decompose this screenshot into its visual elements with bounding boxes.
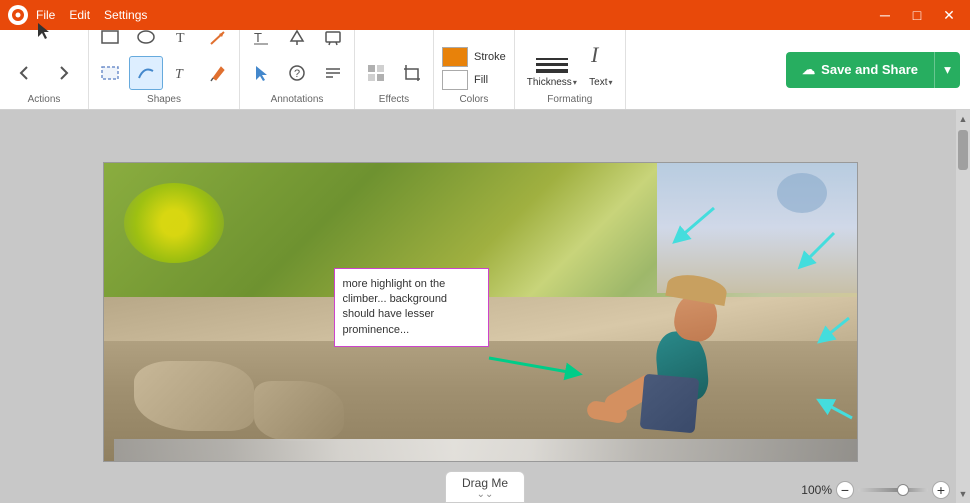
select-tool-button[interactable]: [27, 14, 61, 48]
formatting-label: Formating: [547, 94, 592, 105]
zoom-out-button[interactable]: −: [836, 481, 854, 499]
annotation-tool-6[interactable]: [316, 56, 350, 90]
image-container[interactable]: more highlight on the climber... backgro…: [103, 162, 858, 462]
formatting-section: Thickness ▾ I Text ▾ Formating: [515, 30, 626, 109]
back-button[interactable]: [8, 56, 42, 90]
app-icon: [8, 5, 28, 25]
arrow-tool[interactable]: [201, 20, 235, 54]
fill-label: Fill: [474, 74, 488, 86]
menu-edit[interactable]: Edit: [69, 8, 90, 22]
zoom-handle[interactable]: [897, 484, 909, 496]
zoom-in-button[interactable]: +: [932, 481, 950, 499]
text-box-tool[interactable]: T: [165, 56, 199, 90]
comment-text: more highlight on the climber... backgro…: [343, 278, 448, 336]
effects-grid: [359, 48, 429, 90]
thickness-label: Thickness: [527, 77, 572, 88]
thumbnail-strip: [114, 439, 858, 461]
annotations-label: Annotations: [271, 94, 324, 105]
actions-section: Actions: [0, 30, 89, 109]
ellipse-tool[interactable]: [129, 20, 163, 54]
drag-chevrons-icon: ⌄⌄: [477, 490, 494, 500]
save-share-label: Save and Share: [821, 62, 918, 77]
image-sky: [657, 163, 857, 293]
select-rect-tool[interactable]: [93, 56, 127, 90]
titlebar-controls: ─ □ ✕: [872, 5, 962, 25]
annotation-tool-5[interactable]: ?: [280, 56, 314, 90]
save-share-button[interactable]: ☁ Save and Share: [786, 52, 934, 88]
annotation-tool-2[interactable]: [280, 20, 314, 54]
scroll-up-arrow[interactable]: ▲: [957, 112, 970, 126]
text-format-label: Text: [589, 77, 607, 88]
zoom-level-label: 100%: [801, 483, 832, 497]
fake-image: more highlight on the climber... backgro…: [104, 163, 857, 461]
stroke-color-swatch[interactable]: [442, 47, 468, 67]
minimize-button[interactable]: ─: [872, 5, 898, 25]
crop-tool[interactable]: [395, 56, 429, 90]
effects-label: Effects: [379, 94, 409, 105]
shapes-grid: T T: [93, 12, 235, 90]
actions-row: [27, 6, 61, 48]
curve-tool[interactable]: [129, 56, 163, 90]
blur-effect-tool[interactable]: [359, 56, 393, 90]
image-rock2: [254, 381, 344, 441]
image-element: [777, 173, 827, 213]
actions-label: Actions: [28, 94, 61, 105]
colors-label: Colors: [442, 94, 506, 105]
actions-nav-row: [8, 48, 80, 90]
colors-section: Stroke Fill Colors: [434, 30, 515, 109]
rectangle-tool[interactable]: [93, 20, 127, 54]
forward-button[interactable]: [46, 56, 80, 90]
shapes-label: Shapes: [147, 94, 181, 105]
fill-color-swatch[interactable]: [442, 70, 468, 90]
text-chevron: ▾: [608, 78, 612, 87]
thickness-button[interactable]: Thickness ▾: [523, 38, 581, 90]
maximize-button[interactable]: □: [904, 5, 930, 25]
svg-text:T: T: [176, 31, 185, 46]
annotation-cursor-tool[interactable]: [244, 56, 278, 90]
svg-text:T: T: [175, 67, 184, 82]
image-rock1: [134, 361, 254, 431]
climber-pants: [639, 373, 699, 433]
close-button[interactable]: ✕: [936, 5, 962, 25]
svg-text:?: ?: [294, 68, 300, 80]
annotation-tool-3[interactable]: [316, 20, 350, 54]
annotation-tool-1[interactable]: T: [244, 20, 278, 54]
image-highlight: [124, 183, 224, 263]
app-icon-inner: [12, 9, 24, 21]
save-share-dropdown-icon: ▾: [944, 62, 951, 78]
pen-tool[interactable]: [201, 56, 235, 90]
shapes-section: T T Shapes: [89, 30, 240, 109]
text-tool[interactable]: T: [165, 20, 199, 54]
drag-me-tab[interactable]: Drag Me ⌄⌄: [445, 471, 525, 503]
save-share-area: ☁ Save and Share ▾: [786, 30, 970, 109]
main-content: more highlight on the climber... backgro…: [0, 110, 970, 503]
comment-box[interactable]: more highlight on the climber... backgro…: [334, 268, 489, 348]
svg-text:T: T: [254, 30, 262, 45]
canvas-area: more highlight on the climber... backgro…: [0, 110, 970, 503]
scroll-thumb[interactable]: [958, 130, 968, 170]
effects-section: Effects: [355, 30, 434, 109]
fill-color-row: Fill: [442, 70, 506, 90]
toolbar: Actions T T: [0, 30, 970, 110]
cloud-upload-icon: ☁: [802, 62, 815, 78]
stroke-label: Stroke: [474, 51, 506, 63]
save-share-dropdown-button[interactable]: ▾: [934, 52, 960, 88]
text-format-button[interactable]: I Text ▾: [585, 38, 617, 90]
formatting-inner: Thickness ▾ I Text ▾: [523, 28, 617, 90]
scroll-down-arrow[interactable]: ▼: [957, 487, 970, 501]
colors-inner: Stroke Fill: [442, 37, 506, 90]
annotations-grid: T ?: [244, 12, 350, 90]
scrollbar-right: ▲ ▼: [956, 110, 970, 503]
drag-me-label: Drag Me: [462, 476, 508, 490]
zoom-controls: 100% − +: [801, 481, 950, 499]
thickness-chevron: ▾: [573, 78, 577, 87]
svg-text:I: I: [590, 42, 600, 67]
zoom-slider[interactable]: [858, 488, 928, 492]
annotations-section: T ? Annotations: [240, 30, 355, 109]
stroke-color-row: Stroke: [442, 47, 506, 67]
